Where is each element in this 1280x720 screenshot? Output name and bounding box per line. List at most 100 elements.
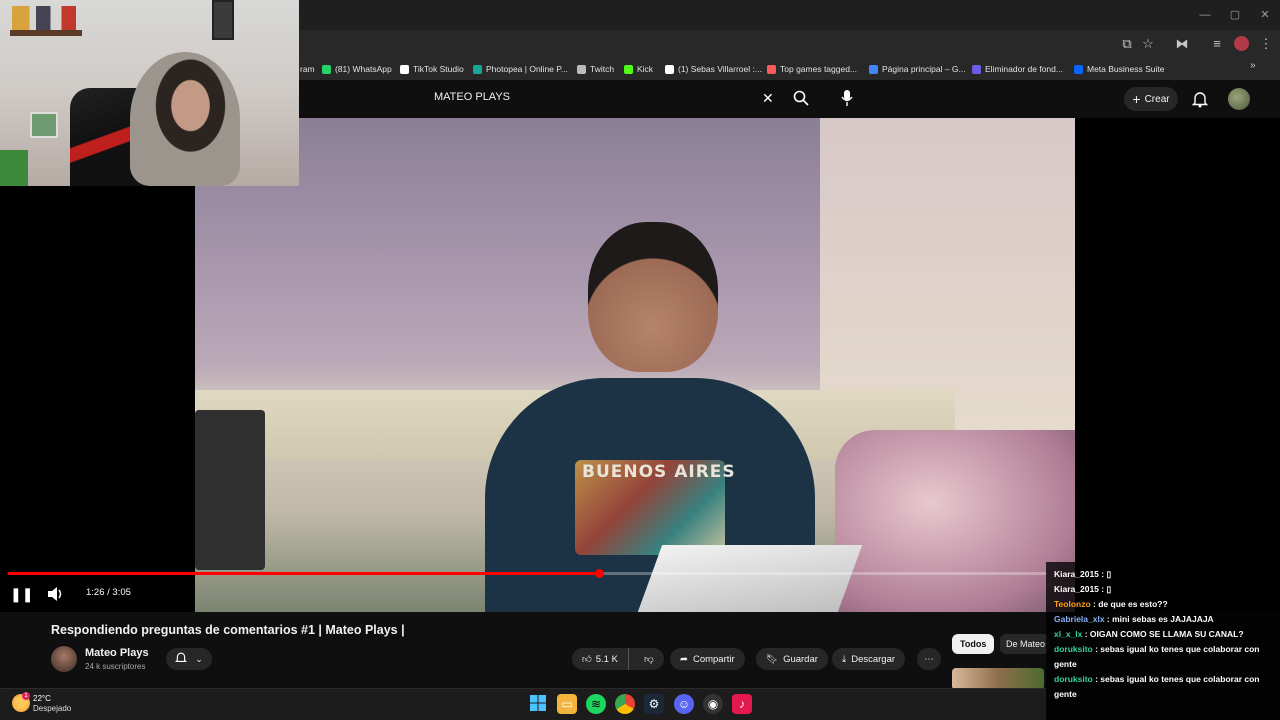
pause-icon[interactable]: ❚❚ (10, 585, 33, 603)
bookmark-item[interactable]: Kick (624, 60, 653, 78)
bookmark-item[interactable]: TikTok Studio (400, 60, 464, 78)
webcam-poster (30, 112, 58, 138)
minimize-button[interactable]: — (1196, 6, 1214, 24)
media-control-icon[interactable]: ≡ (1207, 34, 1227, 54)
bookmark-star-icon[interactable]: ☆ (1138, 34, 1158, 54)
bookmark-favicon-icon (400, 64, 409, 74)
like-dislike-group: 👍︎ 5.1 K 👎︎ (572, 648, 664, 670)
bookmark-label: Meta Business Suite (1087, 64, 1165, 74)
bookmark-favicon-icon (473, 64, 482, 74)
video-scene-pillow (835, 430, 1075, 612)
obs-icon[interactable]: ◉ (703, 694, 723, 714)
channel-name[interactable]: Mateo Plays (85, 647, 149, 659)
clear-search-icon[interactable]: ✕ (762, 90, 774, 107)
recommended-video-thumbnail[interactable] (952, 668, 1044, 690)
bookmark-item[interactable]: Meta Business Suite (1074, 60, 1164, 78)
more-bookmarks-icon[interactable]: » (1250, 60, 1256, 71)
chat-username: Teolonzo (1054, 599, 1091, 609)
chip-all[interactable]: Todos (952, 634, 995, 654)
chip-from-channel[interactable]: De Mateo (1000, 634, 1050, 654)
microphone-icon[interactable] (839, 89, 855, 112)
weather-badge: 1 (22, 692, 30, 700)
progress-scrubber[interactable] (595, 569, 604, 578)
chat-text: : de que es esto?? (1090, 599, 1168, 609)
discord-icon[interactable]: ☺ (674, 694, 694, 714)
chat-message: Gabriela_xlx : mini sebas es JAJAJAJA (1054, 612, 1272, 627)
share-button[interactable]: ➦ Compartir (670, 648, 745, 670)
extensions-icon[interactable]: ⧓ (1172, 34, 1192, 54)
bookmark-item[interactable]: Twitch (577, 60, 614, 78)
thumbs-down-icon: 👎︎ (644, 654, 654, 665)
tiktok-live-icon[interactable]: ♪ (732, 694, 752, 714)
profile-avatar[interactable] (1234, 36, 1249, 51)
create-label: Crear (1144, 93, 1170, 105)
more-actions-button[interactable]: ⋯ (917, 648, 941, 670)
bookmark-label: TikTok Studio (413, 64, 464, 74)
dislike-button[interactable]: 👎︎ (634, 648, 664, 670)
thumbs-up-icon: 👍︎ (581, 654, 592, 665)
chrome-icon[interactable] (615, 694, 635, 714)
webcam-wall-frame (212, 0, 234, 40)
share-label: Compartir (692, 653, 735, 665)
steam-icon[interactable]: ⚙ (644, 694, 664, 714)
browser-menu-icon[interactable]: ⋮ (1256, 34, 1276, 54)
chat-username: doruksito (1054, 674, 1093, 684)
maximize-button[interactable]: ▢ (1226, 6, 1244, 24)
bookmark-item[interactable]: Photopea | Online P... (473, 60, 568, 78)
bookmark-item[interactable]: Eliminador de fond... (972, 60, 1063, 78)
chat-message: doruksito : sebas igual ko tenes que col… (1054, 672, 1272, 702)
like-button[interactable]: 👍︎ 5.1 K (572, 648, 629, 670)
download-button[interactable]: ⤓ Descargar (832, 648, 906, 670)
live-chat-overlay: Kiara_2015 : ▯ Kiara_2015 : ▯ Teolonzo : d… (1046, 562, 1280, 720)
chat-message: Teolonzo : de que es esto?? (1054, 597, 1272, 612)
channel-avatar[interactable] (51, 646, 77, 672)
bookmark-label: (1) Sebas Villarroel :... (678, 64, 762, 74)
webcam-creeper-figure (0, 150, 28, 186)
save-button[interactable]: 🔖︎ Guardar (756, 648, 828, 670)
bookmark-item[interactable]: ram (300, 60, 315, 78)
video-scene-book (637, 545, 863, 612)
bookmark-item[interactable]: (1) Sebas Villarroel :... (665, 60, 762, 78)
chevron-down-icon: ⌄ (195, 653, 203, 664)
download-icon: ⤓ (842, 653, 847, 665)
chat-text: : ▯ (1098, 584, 1112, 594)
shirt-print-text: BUENOS AIRES (582, 462, 736, 482)
subscriber-count: 24 k suscriptores (85, 662, 146, 671)
share-arrow-icon: ➦ (680, 653, 688, 665)
bookmark-favicon-icon (624, 64, 633, 74)
bookmark-label: Twitch (590, 64, 615, 74)
create-button[interactable]: + Crear (1124, 87, 1178, 111)
bookmark-icon: 🔖︎ (766, 653, 779, 665)
volume-icon[interactable] (47, 586, 65, 607)
close-window-button[interactable]: ✕ (1256, 6, 1274, 24)
file-explorer-icon[interactable]: ▭ (557, 694, 577, 714)
search-input[interactable]: MATEO PLAYS (434, 91, 510, 103)
chat-username: Gabriela_xlx (1054, 614, 1105, 624)
start-windows-icon[interactable] (528, 694, 548, 714)
progress-played[interactable] (8, 572, 599, 575)
chat-username: doruksito (1054, 644, 1093, 654)
notifications-bell-icon[interactable] (1191, 90, 1209, 113)
bookmark-item[interactable]: (81) WhatsApp (322, 60, 392, 78)
bookmark-label: (81) WhatsApp (335, 64, 392, 74)
save-label: Guardar (783, 653, 818, 665)
chat-message: Kiara_2015 : ▯ (1054, 567, 1272, 582)
weather-condition[interactable]: Despejado (33, 704, 71, 713)
video-title: Respondiendo preguntas de comentarios #1… (51, 623, 405, 637)
account-avatar[interactable] (1228, 88, 1250, 110)
chat-message: Kiara_2015 : ▯ (1054, 582, 1272, 597)
cast-icon[interactable]: ⧉ (1117, 34, 1137, 54)
video-scene-person-head (588, 222, 718, 372)
bookmark-item[interactable]: Página principal – G... (869, 60, 966, 78)
plus-icon: + (1132, 91, 1141, 107)
bookmark-favicon-icon (972, 64, 981, 74)
time-display: 1:26 / 3:05 (86, 587, 131, 598)
search-icon[interactable] (792, 89, 810, 112)
weather-temperature[interactable]: 22°C (33, 694, 51, 703)
bookmark-item[interactable]: Top games tagged... (767, 60, 857, 78)
like-count: 5.1 K (595, 653, 618, 665)
subscription-bell-button[interactable]: ⌄ (166, 648, 212, 670)
bookmark-favicon-icon (577, 64, 586, 74)
spotify-icon[interactable]: ≋ (586, 694, 606, 714)
bell-icon (175, 651, 188, 667)
